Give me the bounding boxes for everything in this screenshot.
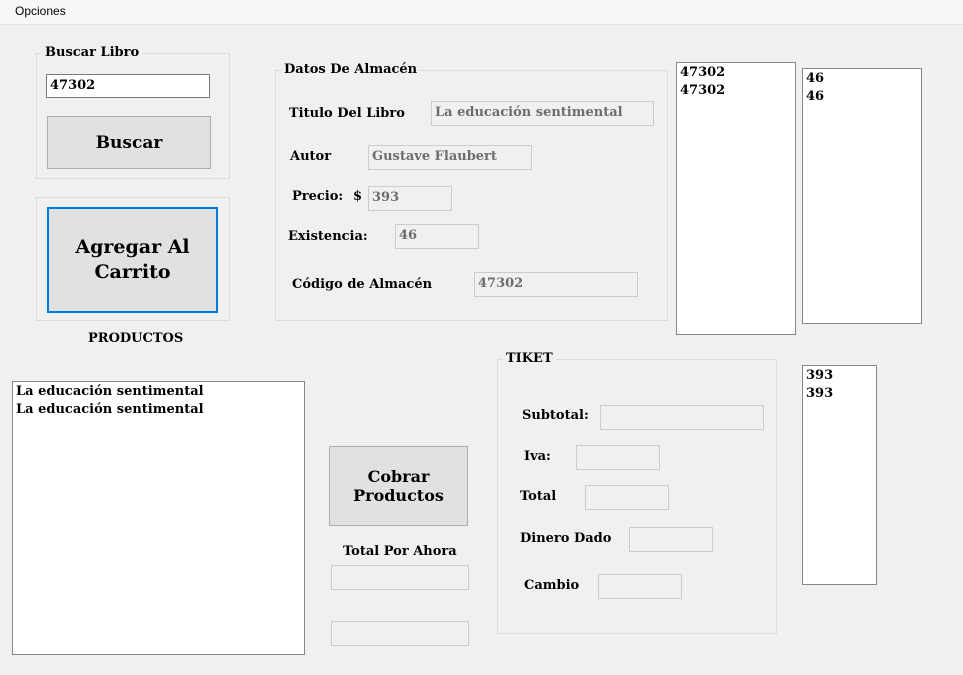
- iva-field[interactable]: [576, 445, 660, 470]
- title-label: Titulo Del Libro: [289, 106, 405, 121]
- search-button[interactable]: Buscar: [47, 116, 211, 169]
- subtotal-label: Subtotal:: [522, 408, 589, 423]
- products-listbox[interactable]: La educación sentimental La educación sen…: [12, 381, 305, 655]
- subtotal-field[interactable]: [600, 405, 764, 430]
- total-label: Total: [520, 489, 557, 504]
- code-list-item[interactable]: 47302: [680, 64, 792, 82]
- price-field[interactable]: 393: [368, 186, 452, 211]
- stock-label: Existencia:: [288, 229, 368, 244]
- code-list-item[interactable]: 47302: [680, 82, 792, 100]
- menu-bar: Opciones: [0, 0, 963, 25]
- stocks-listbox[interactable]: 46 46: [802, 68, 922, 324]
- search-input[interactable]: 47302: [46, 74, 210, 98]
- iva-label: Iva:: [524, 449, 551, 464]
- cash-given-label: Dinero Dado: [520, 531, 612, 546]
- charge-products-button[interactable]: Cobrar Productos: [329, 446, 468, 526]
- code-field[interactable]: 47302: [474, 272, 638, 297]
- products-label: PRODUCTOS: [88, 331, 184, 346]
- prices-listbox[interactable]: 393 393: [802, 365, 877, 585]
- codes-listbox[interactable]: 47302 47302: [676, 62, 796, 335]
- price-list-item[interactable]: 393: [806, 385, 873, 403]
- search-group-title: Buscar Libro: [42, 45, 143, 60]
- stock-field[interactable]: 46: [395, 224, 479, 249]
- ticket-group-title: TIKET: [503, 351, 556, 366]
- add-to-cart-button[interactable]: Agregar Al Carrito: [47, 207, 218, 313]
- warehouse-group-title: Datos De Almacén: [281, 62, 421, 77]
- cash-given-field[interactable]: [629, 527, 713, 552]
- total-so-far-label: Total Por Ahora: [343, 544, 457, 559]
- currency-symbol: $: [353, 189, 363, 204]
- change-label: Cambio: [524, 578, 580, 593]
- total-so-far-field[interactable]: [331, 565, 469, 590]
- product-list-item[interactable]: La educación sentimental: [16, 401, 301, 419]
- price-list-item[interactable]: 393: [806, 367, 873, 385]
- price-label: Precio:: [292, 189, 344, 204]
- extra-total-field[interactable]: [331, 621, 469, 646]
- change-field[interactable]: [598, 574, 682, 599]
- stock-list-item[interactable]: 46: [806, 88, 918, 106]
- code-label: Código de Almacén: [292, 277, 433, 292]
- product-list-item[interactable]: La educación sentimental: [16, 383, 301, 401]
- stock-list-item[interactable]: 46: [806, 70, 918, 88]
- author-label: Autor: [290, 149, 332, 164]
- total-field[interactable]: [585, 485, 669, 510]
- menu-options[interactable]: Opciones: [15, 4, 66, 18]
- author-field[interactable]: Gustave Flaubert: [368, 145, 532, 170]
- title-field[interactable]: La educación sentimental: [431, 101, 654, 126]
